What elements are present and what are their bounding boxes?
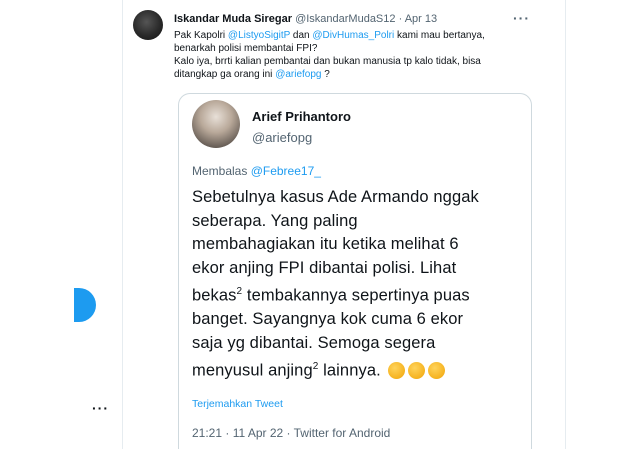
mention-link[interactable]: @Febree17_: [251, 164, 321, 178]
text-line: Sebetulnya kasus Ade Armando nggak: [192, 188, 479, 206]
mention-link[interactable]: @DivHumas_Polri: [312, 30, 394, 41]
text-segment: ditangkap ga orang ini: [174, 69, 276, 80]
text-segment: bekas: [192, 286, 237, 305]
superscript: 2: [236, 286, 243, 297]
text-segment: kami mau bertanya,: [394, 30, 485, 41]
tweet-date[interactable]: Apr 13: [405, 13, 437, 25]
text-segment: ?: [321, 69, 330, 80]
tweet[interactable]: Iskandar Muda Siregar @IskandarMudaS12 ·…: [123, 0, 565, 449]
tweet-metadata: 21:21 · 11 Apr 22 · Twitter for Android: [192, 426, 391, 440]
translate-tweet-link[interactable]: Terjemahkan Tweet: [192, 398, 283, 410]
text-line: lainnya.: [323, 361, 381, 380]
left-nav-rail: ···: [0, 0, 122, 449]
text-line: banget. Sayangnya kok cuma 6 ekor: [192, 310, 464, 328]
mention-link[interactable]: @ListyoSigitP: [228, 30, 290, 41]
hugging-face-icon: [408, 361, 426, 379]
text-segment: benarkah polisi membantai FPI?: [174, 43, 318, 54]
text-line: seberapa. Yang paling: [192, 211, 358, 230]
text-segment: Kalo iya, brrti kalian pembantai dan buk…: [174, 56, 481, 67]
author-name[interactable]: Iskandar Muda Siregar: [174, 13, 292, 25]
hugging-face-icon: [388, 361, 406, 379]
superscript: 2: [312, 361, 319, 372]
quoted-author-name[interactable]: Arief Prihantoro: [252, 109, 351, 124]
mention-link[interactable]: @ariefopg: [275, 69, 321, 80]
quoted-author-handle[interactable]: @ariefopg: [252, 130, 312, 145]
text-segment: dan: [290, 30, 313, 41]
text-segment: Pak Kapolri: [174, 30, 228, 41]
text-line: ekor anjing FPI dibantai polisi. Lihat: [192, 258, 457, 277]
tweet-text: Pak Kapolri @ListyoSigitP dan @DivHumas_…: [174, 29, 554, 81]
hugging-face-icon: [428, 361, 446, 379]
tweet-more-icon[interactable]: ···: [513, 10, 530, 26]
text-line: menyusul anjing: [192, 361, 313, 380]
separator: ·: [398, 13, 403, 25]
more-menu-button[interactable]: ···: [92, 401, 109, 415]
compose-tweet-button[interactable]: [74, 288, 96, 322]
reply-context: Membalas @Febree17_: [192, 164, 321, 178]
avatar[interactable]: [133, 10, 163, 40]
text-line: tembakannya sepertinya puas: [246, 286, 470, 305]
text-line: saja yg dibantai. Semoga segera: [192, 333, 436, 352]
tweet-header: Iskandar Muda Siregar @IskandarMudaS12 ·…: [174, 13, 437, 25]
avatar[interactable]: [192, 100, 240, 148]
quoted-tweet-text: Sebetulnya kasus Ade Armando nggak seber…: [192, 186, 532, 383]
column-divider: [565, 0, 566, 449]
reply-prefix: Membalas: [192, 164, 251, 178]
quoted-tweet[interactable]: Arief Prihantoro @ariefopg Membalas @Feb…: [178, 93, 532, 449]
text-line: membahagiakan itu ketika melihat 6: [192, 235, 459, 253]
author-handle[interactable]: @IskandarMudaS12: [295, 13, 395, 25]
